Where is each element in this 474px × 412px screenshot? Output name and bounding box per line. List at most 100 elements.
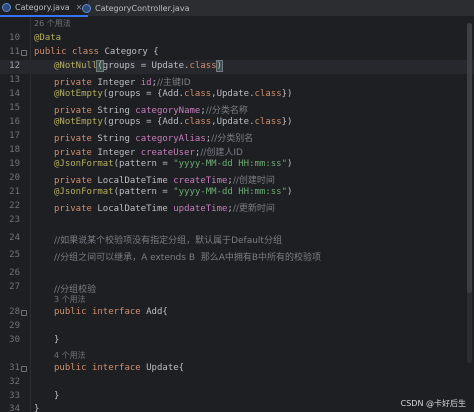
string-literal: "yyyy-MM-dd HH:mm:ss": [173, 159, 288, 169]
comment: //创建时间: [232, 176, 275, 186]
annotation: @NotEmpty: [54, 117, 103, 127]
code-token: (pattern =: [113, 159, 174, 169]
code-line-28: 28 public interface Add{: [0, 306, 474, 320]
line-number: 34: [9, 404, 20, 412]
code-text: private Integer id;//主键ID: [54, 75, 191, 88]
type: LocalDateTime: [97, 176, 168, 186]
closing-brace: }: [54, 391, 60, 401]
keyword: class: [254, 117, 282, 127]
line-number: 13: [9, 75, 20, 85]
code-line-24: 24 //如果说某个校验项没有指定分组，默认属于Default分组: [0, 232, 474, 246]
type: LocalDateTime: [97, 204, 168, 214]
watermark: CSDN @卡好后生: [400, 399, 466, 408]
code-line-16: 16 @NotEmpty(groups = {Add.class,Update.…: [0, 116, 474, 130]
code-line-14: 14 @NotEmpty(groups = {Add.class,Update.…: [0, 88, 474, 102]
code-line-17: 17 private String categoryAlias;//分类别名: [0, 130, 474, 144]
java-class-icon: [82, 4, 91, 13]
scrollbar-thumb[interactable]: [467, 23, 472, 293]
code-token: ,Update.: [211, 117, 255, 127]
line-number: 17: [9, 131, 20, 141]
code-token: ,Update.: [211, 89, 255, 99]
field-name: updateTime: [173, 204, 228, 214]
field-name: createTime: [173, 176, 228, 186]
code-line-30: 30 }: [0, 334, 474, 348]
line-number: 19: [9, 159, 20, 169]
usage-hint[interactable]: 4 个用法: [54, 350, 86, 361]
keyword: interface: [91, 307, 141, 317]
tab-label: Category.java: [15, 3, 70, 12]
line-number: 11: [9, 47, 20, 57]
line-number: 25: [9, 250, 20, 260]
keyword: class: [254, 89, 282, 99]
line-number: 23: [9, 215, 20, 225]
comment: //主键ID: [156, 78, 191, 88]
keyword: interface: [91, 363, 141, 373]
code-line-23: 23: [0, 214, 474, 228]
tab-category-java[interactable]: Category.java ✕: [0, 0, 89, 17]
tab-categorycontroller-java[interactable]: CategoryController.java: [80, 0, 195, 17]
line-number: 24: [9, 233, 20, 243]
code-token: (groups = {Add.: [102, 89, 185, 99]
keyword: public: [34, 47, 67, 57]
code-token: (pattern =: [113, 187, 174, 197]
annotation: @Data: [34, 33, 62, 43]
annotation: @JsonFormat: [54, 187, 114, 197]
code-line-20: 20 private LocalDateTime createTime;//创建…: [0, 172, 474, 186]
line-number: 18: [9, 145, 20, 155]
line-number: 14: [9, 89, 20, 99]
code-text: @JsonFormat(pattern = "yyyy-MM-dd HH:mm:…: [54, 187, 292, 197]
keyword: private: [54, 134, 92, 144]
usage-hint[interactable]: 3 个用法: [54, 294, 86, 305]
fold-marker-icon[interactable]: [21, 310, 27, 316]
line-number: 15: [9, 103, 20, 113]
line-number: 29: [9, 321, 20, 331]
type: String: [97, 134, 130, 144]
code-text: public interface Update{: [54, 363, 184, 373]
line-number: 12: [9, 61, 20, 71]
field-name: categoryAlias: [135, 134, 206, 144]
code-text: @NotEmpty(groups = {Add.class,Update.cla…: [54, 89, 292, 99]
comment: //分组之间可以继承，A extends B 那么A中拥有B中所有的校验项: [54, 253, 322, 263]
keyword: private: [54, 78, 92, 88]
line-number: 22: [9, 201, 20, 211]
line-number: 28: [9, 307, 20, 317]
code-line-29: 29: [0, 320, 474, 334]
code-text: @NotEmpty(groups = {Add.class,Update.cla…: [54, 117, 292, 127]
usage-hint-line: 3 个用法: [0, 293, 474, 307]
code-line-32: 32: [0, 376, 474, 390]
annotation: @JsonFormat: [54, 159, 114, 169]
code-editor[interactable]: 26 个用法 10 @Data 11 public class Category…: [0, 17, 474, 412]
keyword: class: [189, 61, 217, 71]
code-text: public class Category {: [34, 47, 159, 57]
comment: //创建人ID: [200, 148, 243, 158]
line-number: 31: [9, 363, 20, 373]
line-number: 30: [9, 335, 20, 345]
keyword: public: [54, 307, 87, 317]
code-text: private LocalDateTime createTime;//创建时间: [54, 173, 275, 186]
fold-marker-icon[interactable]: [21, 50, 27, 56]
code-line-22: 22 private LocalDateTime updateTime;//更新…: [0, 200, 474, 214]
comment: //更新时间: [232, 204, 275, 214]
keyword: private: [54, 176, 92, 186]
field-name: createUser: [140, 148, 195, 158]
usage-hint[interactable]: 26 个用法: [34, 18, 71, 29]
editor-tab-bar: Category.java ✕ CategoryController.java: [0, 0, 474, 17]
closing-brace: }: [54, 335, 60, 345]
code-line-25: 25 //分组之间可以继承，A extends B 那么A中拥有B中所有的校验项: [0, 249, 474, 263]
code-token: (groups = {Add.: [102, 117, 185, 127]
code-line-12-current: 12 @NotNull(groups = Update.class): [0, 60, 474, 74]
line-number: 20: [9, 173, 20, 183]
comment: //分类名称: [205, 106, 248, 116]
usage-hint-line: 4 个用法: [0, 349, 474, 363]
code-text: @NotNull(groups = Update.class): [54, 60, 224, 72]
code-token: }): [281, 89, 293, 99]
matched-bracket: ): [215, 60, 224, 72]
fold-marker-icon[interactable]: [21, 366, 27, 372]
code-token: groups = Update.: [102, 61, 190, 71]
line-number: 26: [9, 268, 20, 278]
annotation: @NotNull: [54, 61, 98, 71]
code-text: private String categoryName;//分类名称: [54, 103, 248, 116]
code-token: ): [287, 187, 293, 197]
tab-label: CategoryController.java: [95, 4, 190, 13]
code-line-26: 26: [0, 267, 474, 281]
